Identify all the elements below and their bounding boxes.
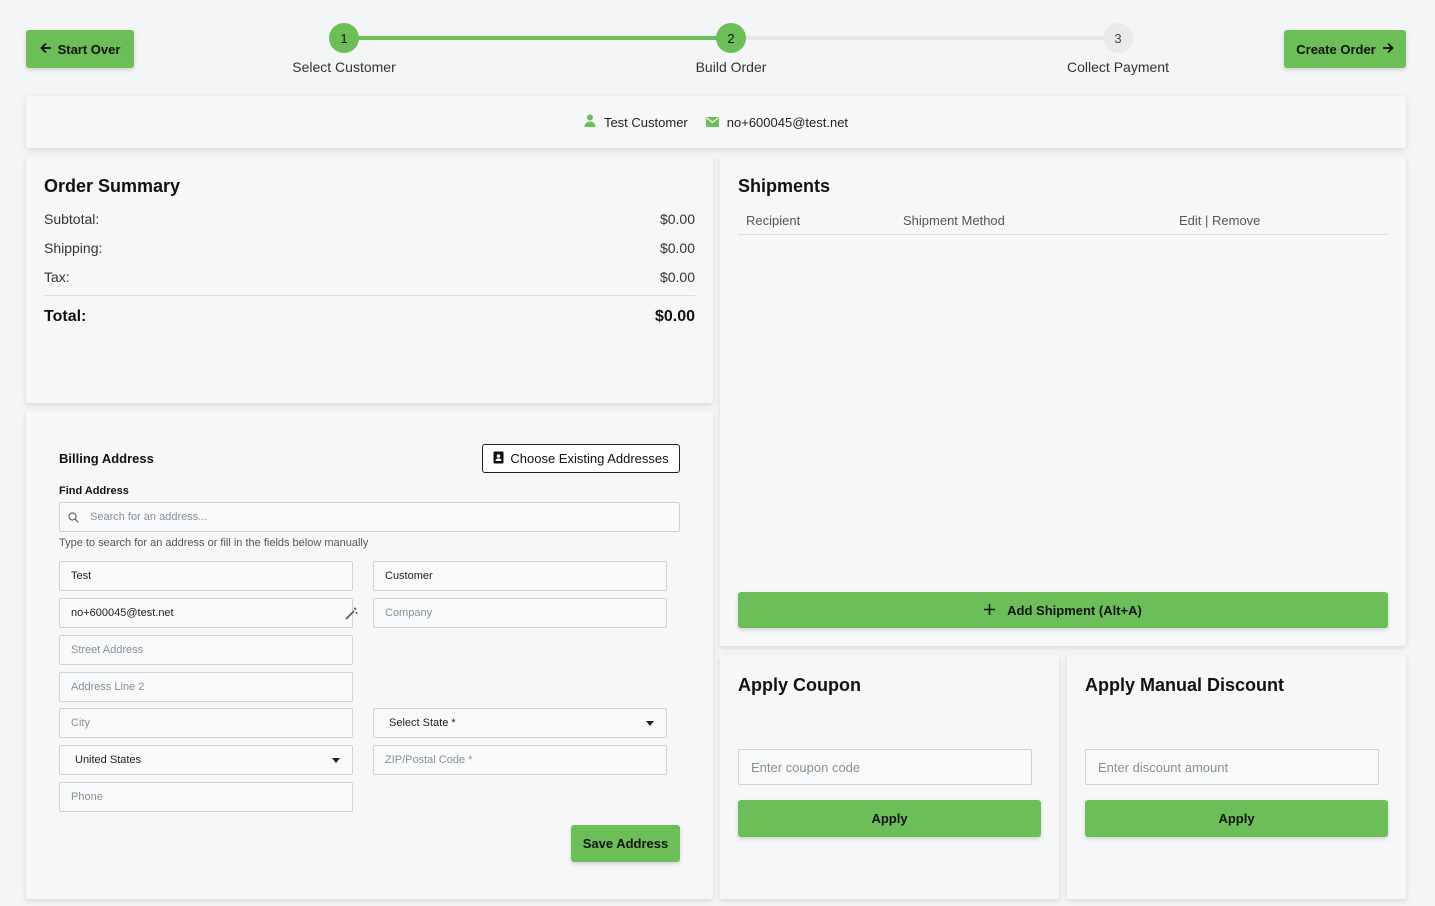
envelope-icon — [705, 115, 719, 130]
step-1-circle: 1 — [329, 23, 359, 53]
summary-row-total: Total: $0.00 — [44, 308, 695, 326]
order-summary-card: Order Summary Subtotal: $0.00 Shipping: … — [26, 156, 713, 403]
apply-coupon-title: Apply Coupon — [738, 675, 861, 695]
apply-discount-label: Apply — [1218, 811, 1255, 826]
state-select[interactable]: Select State * — [373, 708, 667, 738]
summary-row-shipping: Shipping: $0.00 — [44, 240, 695, 256]
chevron-down-icon — [332, 758, 340, 763]
email-field-value: no+600045@test.net — [71, 607, 174, 619]
column-edit-remove: Edit | Remove — [1179, 213, 1261, 228]
shipments-card: Shipments Recipient Shipment Method Edit… — [720, 156, 1406, 646]
zip-field[interactable]: ZIP/Postal Code * — [373, 745, 667, 775]
step-connector-complete — [344, 36, 731, 40]
apply-discount-title: Apply Manual Discount — [1085, 675, 1285, 695]
shipping-value: $0.00 — [659, 240, 695, 256]
city-field[interactable]: City — [59, 708, 353, 738]
coupon-code-input[interactable]: Enter coupon code — [738, 749, 1032, 785]
search-icon — [68, 512, 79, 526]
apply-discount-button[interactable]: Apply — [1085, 800, 1388, 837]
subtotal-value: $0.00 — [659, 211, 695, 227]
choose-existing-label: Choose Existing Addresses — [510, 451, 669, 466]
apply-coupon-card: Apply Coupon Enter coupon code Apply — [720, 655, 1059, 899]
customer-name: Test Customer — [603, 114, 688, 130]
apply-discount-card: Apply Manual Discount Enter discount amo… — [1067, 655, 1406, 899]
summary-row-subtotal: Subtotal: $0.00 — [44, 211, 695, 227]
save-address-button[interactable]: Save Address — [571, 825, 680, 862]
start-over-label: Start Over — [57, 41, 121, 57]
apply-coupon-label: Apply — [871, 811, 908, 826]
step-2-circle: 2 — [716, 23, 746, 53]
create-order-button[interactable]: Create Order — [1284, 30, 1406, 68]
shipping-label: Shipping: — [44, 240, 103, 256]
tax-value: $0.00 — [659, 269, 695, 285]
subtotal-label: Subtotal: — [44, 211, 100, 227]
choose-existing-addresses-button[interactable]: Choose Existing Addresses — [482, 444, 680, 473]
apply-coupon-button[interactable]: Apply — [738, 800, 1041, 837]
step-3-circle: 3 — [1103, 23, 1133, 53]
first-name-field[interactable]: Test — [59, 561, 353, 591]
arrow-left-icon — [39, 42, 52, 57]
address-search-placeholder: Search for an address... — [90, 511, 208, 523]
last-name-field[interactable]: Customer — [373, 561, 667, 591]
find-address-label: Find Address — [59, 485, 129, 497]
step-connector-pending — [731, 36, 1118, 40]
street-address-field[interactable]: Street Address — [59, 635, 353, 665]
chevron-down-icon — [646, 721, 654, 726]
summary-divider — [44, 295, 695, 296]
billing-title: Billing Address — [59, 451, 154, 466]
state-select-value: Select State * — [389, 717, 456, 729]
customer-email: no+600045@test.net — [726, 114, 849, 130]
add-shipment-label: Add Shipment (Alt+A) — [1007, 602, 1142, 618]
column-shipment-method: Shipment Method — [903, 213, 1005, 228]
step-3-label: Collect Payment — [1067, 59, 1169, 75]
country-select[interactable]: United States — [59, 745, 353, 775]
company-field[interactable]: Company — [373, 598, 667, 628]
step-1-label: Select Customer — [292, 59, 396, 75]
phone-field[interactable]: Phone — [59, 782, 353, 812]
customer-info-bar: Test Customer no+600045@test.net — [26, 96, 1406, 148]
plus-icon — [984, 603, 996, 618]
email-field[interactable]: no+600045@test.net — [59, 598, 358, 628]
total-value: $0.00 — [654, 308, 695, 325]
create-order-label: Create Order — [1296, 41, 1376, 57]
address-search-input[interactable]: Search for an address... — [59, 502, 680, 532]
country-select-value: United States — [75, 754, 142, 766]
shipments-table-divider — [738, 234, 1388, 235]
tax-label: Tax: — [44, 269, 70, 285]
add-shipment-button[interactable]: Add Shipment (Alt+A) — [738, 592, 1388, 628]
save-address-label: Save Address — [582, 836, 669, 851]
summary-row-tax: Tax: $0.00 — [44, 269, 695, 285]
billing-address-card: Billing Address Choose Existing Addresse… — [26, 411, 713, 899]
column-recipient: Recipient — [746, 213, 801, 228]
shipments-title: Shipments — [738, 176, 831, 196]
discount-amount-input[interactable]: Enter discount amount — [1085, 749, 1379, 785]
total-label: Total: — [44, 308, 87, 325]
user-icon — [584, 114, 596, 130]
start-over-button[interactable]: Start Over — [26, 30, 134, 68]
order-summary-title: Order Summary — [44, 176, 181, 196]
arrow-right-icon — [1382, 42, 1394, 57]
address-search-help: Type to search for an address or fill in… — [59, 537, 369, 549]
step-2-label: Build Order — [695, 59, 767, 75]
address-line2-field[interactable]: Address Line 2 — [59, 672, 353, 702]
address-book-icon — [493, 451, 504, 467]
magic-wand-icon[interactable] — [345, 607, 358, 623]
